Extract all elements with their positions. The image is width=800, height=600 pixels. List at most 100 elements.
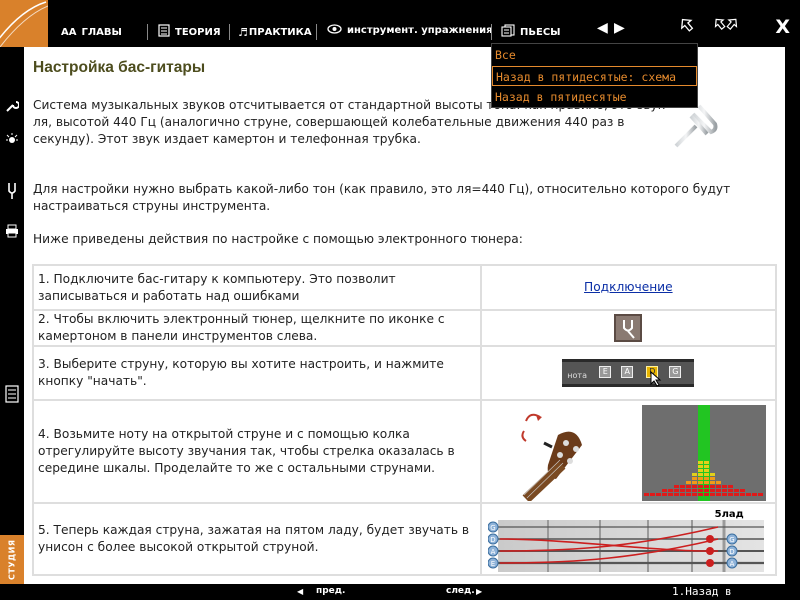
tuner-meter-panel bbox=[641, 405, 766, 501]
wrench-icon[interactable] bbox=[3, 97, 21, 115]
prev-button[interactable]: пред. bbox=[316, 586, 345, 596]
metronome-light-icon[interactable] bbox=[3, 130, 21, 148]
tuner-key-e[interactable]: E bbox=[599, 366, 612, 378]
meter-segment bbox=[733, 493, 739, 496]
meter-segment bbox=[703, 485, 709, 488]
meter-segment bbox=[727, 489, 733, 492]
meter-segment bbox=[691, 493, 697, 496]
page-title: Настройка бас-гитары bbox=[33, 59, 206, 76]
notes-sheet-icon[interactable] bbox=[3, 385, 21, 403]
meter-segment bbox=[667, 493, 673, 496]
meter-segment bbox=[721, 485, 727, 488]
book-icon bbox=[158, 24, 170, 40]
meter-segment bbox=[703, 489, 709, 492]
nav-pieces[interactable]: ПЬЕСЫ bbox=[501, 22, 561, 42]
step-media bbox=[479, 309, 778, 347]
dropdown-item-scheme[interactable]: Назад в пятидесятые: схема bbox=[492, 66, 697, 86]
meter-segment bbox=[745, 493, 751, 496]
dropdown-item-back-to-fifties[interactable]: Назад в пятидесятые bbox=[492, 87, 697, 107]
meter-segment bbox=[673, 489, 679, 492]
nav-theory[interactable]: ТЕОРИЯ bbox=[158, 22, 221, 42]
left-tool-rail: СТУДИЯ bbox=[0, 47, 24, 584]
meter-segment bbox=[703, 477, 709, 480]
back-icon[interactable] bbox=[678, 16, 696, 38]
steps-table: 1. Подключите бас-гитару к компьютеру. Э… bbox=[32, 264, 778, 576]
top-toolbar: AA ГЛАВЫ ТЕОРИЯ ♬ ПРАКТИКА инструмент. у… bbox=[0, 0, 800, 47]
studio-tab[interactable]: СТУДИЯ bbox=[0, 535, 24, 584]
table-row: 5. Теперь каждая струна, зажатая на пято… bbox=[32, 502, 778, 576]
meter-segment bbox=[709, 493, 715, 496]
meter-segment bbox=[697, 461, 703, 464]
eye-icon bbox=[327, 23, 342, 37]
app-logo[interactable] bbox=[0, 0, 48, 47]
meter-segment bbox=[691, 473, 697, 476]
step-media bbox=[479, 399, 778, 504]
step-text: 2. Чтобы включить электронный тюнер, щел… bbox=[32, 309, 482, 347]
tuner-key-g[interactable]: G bbox=[669, 366, 682, 378]
meter-segment bbox=[649, 493, 655, 496]
steps-intro: Ниже приведены действия по настройке с п… bbox=[33, 232, 523, 246]
mouse-cursor-icon bbox=[650, 371, 662, 387]
meter-segment bbox=[697, 477, 703, 480]
meter-segment bbox=[685, 485, 691, 488]
nav-divider bbox=[147, 24, 148, 40]
meter-segment bbox=[643, 493, 649, 496]
meter-segment bbox=[703, 469, 709, 472]
step-media: нота E A D G bbox=[479, 345, 778, 401]
nav-divider bbox=[491, 24, 492, 40]
close-button[interactable]: X bbox=[775, 16, 790, 38]
string-label: D bbox=[490, 536, 495, 544]
bottom-section-label: 1.Назад в bbox=[672, 585, 732, 598]
meter-segment bbox=[679, 485, 685, 488]
meter-segment bbox=[685, 493, 691, 496]
back-forward-icon[interactable] bbox=[712, 16, 740, 38]
scrollbar[interactable] bbox=[785, 47, 800, 584]
step-text: 3. Выберите струну, которую вы хотите на… bbox=[32, 345, 482, 401]
printer-icon[interactable] bbox=[3, 222, 21, 240]
meter-segment bbox=[739, 489, 745, 492]
tuner-key-a[interactable]: A bbox=[621, 366, 634, 378]
meter-segment bbox=[697, 469, 703, 472]
meter-segment bbox=[709, 473, 715, 476]
meter-segment bbox=[691, 477, 697, 480]
meter-segment bbox=[703, 473, 709, 476]
meter-segment bbox=[709, 477, 715, 480]
string-label: A bbox=[490, 548, 495, 556]
meter-segment bbox=[697, 465, 703, 468]
dropdown-item-all[interactable]: Все bbox=[492, 45, 697, 65]
prev-arrow-icon: ◀ bbox=[297, 587, 304, 596]
tuner-note-label: нота bbox=[567, 371, 587, 380]
nav-chapters[interactable]: AA ГЛАВЫ bbox=[61, 22, 122, 42]
meter-segment bbox=[661, 489, 667, 492]
bass-headstock-image bbox=[521, 413, 582, 501]
meter-segment bbox=[703, 465, 709, 468]
meter-segment bbox=[709, 485, 715, 488]
nav-practice[interactable]: ♬ ПРАКТИКА bbox=[238, 22, 312, 42]
meter-segment bbox=[739, 493, 745, 496]
fretboard-diagram: G D A E G D A bbox=[487, 520, 764, 572]
tuner-tool-icon[interactable] bbox=[614, 314, 643, 342]
meter-segment bbox=[727, 493, 733, 496]
step-text: 4. Возьмите ноту на открытой струне и с … bbox=[32, 399, 482, 504]
meter-segment bbox=[703, 461, 709, 464]
table-row: 4. Возьмите ноту на открытой струне и с … bbox=[32, 399, 778, 504]
prev-page-arrow-icon[interactable]: ◀ bbox=[597, 20, 608, 36]
next-button[interactable]: след. bbox=[446, 586, 475, 596]
meter-segment bbox=[697, 493, 703, 496]
nav-instrument-exercises[interactable]: инструмент. упражнения bbox=[327, 20, 493, 40]
meter-segment bbox=[673, 485, 679, 488]
meter-segment bbox=[751, 493, 757, 496]
meter-segment bbox=[733, 489, 739, 492]
connection-link[interactable]: Подключение bbox=[584, 280, 673, 294]
meter-segment bbox=[727, 485, 733, 488]
bottom-bar: ◀ пред. след. ▶ 1.Назад в bbox=[0, 584, 800, 600]
string-label: A bbox=[729, 560, 734, 568]
tuning-fork-icon[interactable] bbox=[3, 182, 21, 200]
meter-segment bbox=[691, 489, 697, 492]
next-page-arrow-icon[interactable]: ▶ bbox=[614, 20, 625, 36]
meter-segment bbox=[679, 489, 685, 492]
nav-chapters-label: ГЛАВЫ bbox=[81, 26, 122, 38]
meter-segment bbox=[715, 493, 721, 496]
meter-segment bbox=[685, 489, 691, 492]
next-arrow-icon: ▶ bbox=[476, 587, 483, 596]
